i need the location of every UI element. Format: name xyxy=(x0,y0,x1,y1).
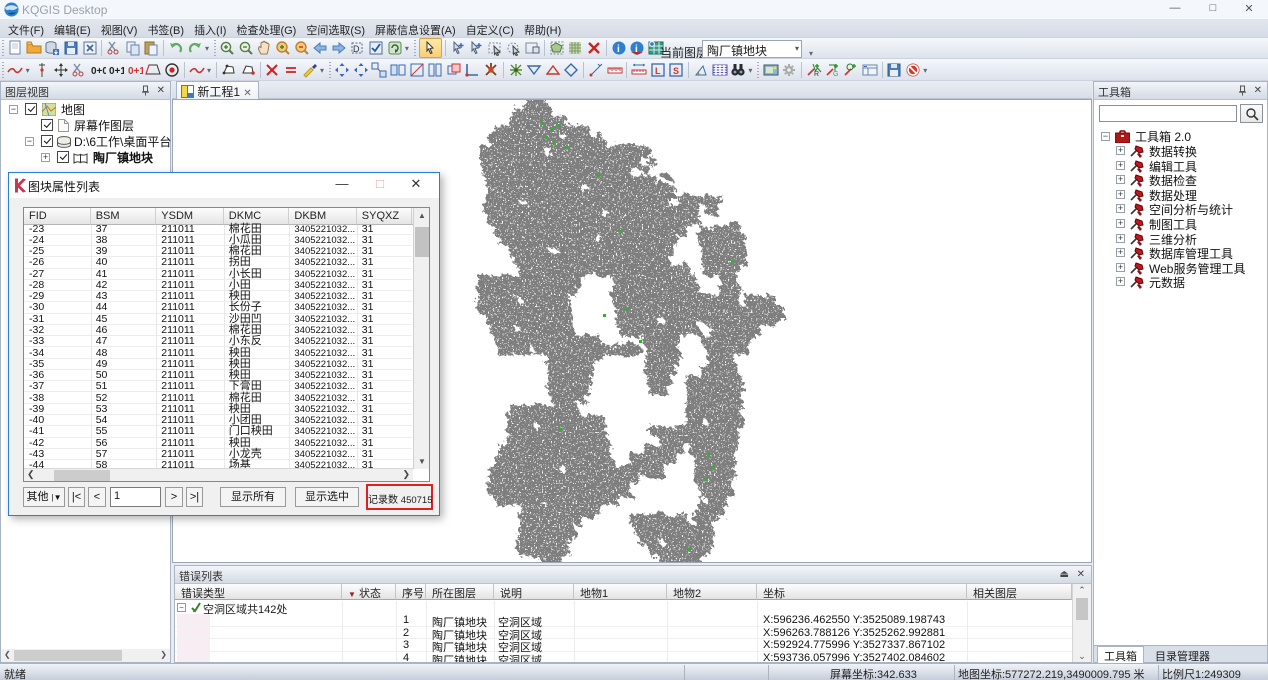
svg-text:0+0: 0+0 xyxy=(91,66,106,77)
svg-text:G: G xyxy=(833,71,838,78)
svg-text:D: D xyxy=(353,44,360,54)
svg-text:R: R xyxy=(814,71,819,78)
svg-text:0+1: 0+1 xyxy=(109,66,124,77)
svg-text:i: i xyxy=(617,44,620,55)
svg-text:0+1: 0+1 xyxy=(128,66,143,77)
svg-text:L: L xyxy=(655,66,661,76)
svg-text:S: S xyxy=(673,66,679,76)
